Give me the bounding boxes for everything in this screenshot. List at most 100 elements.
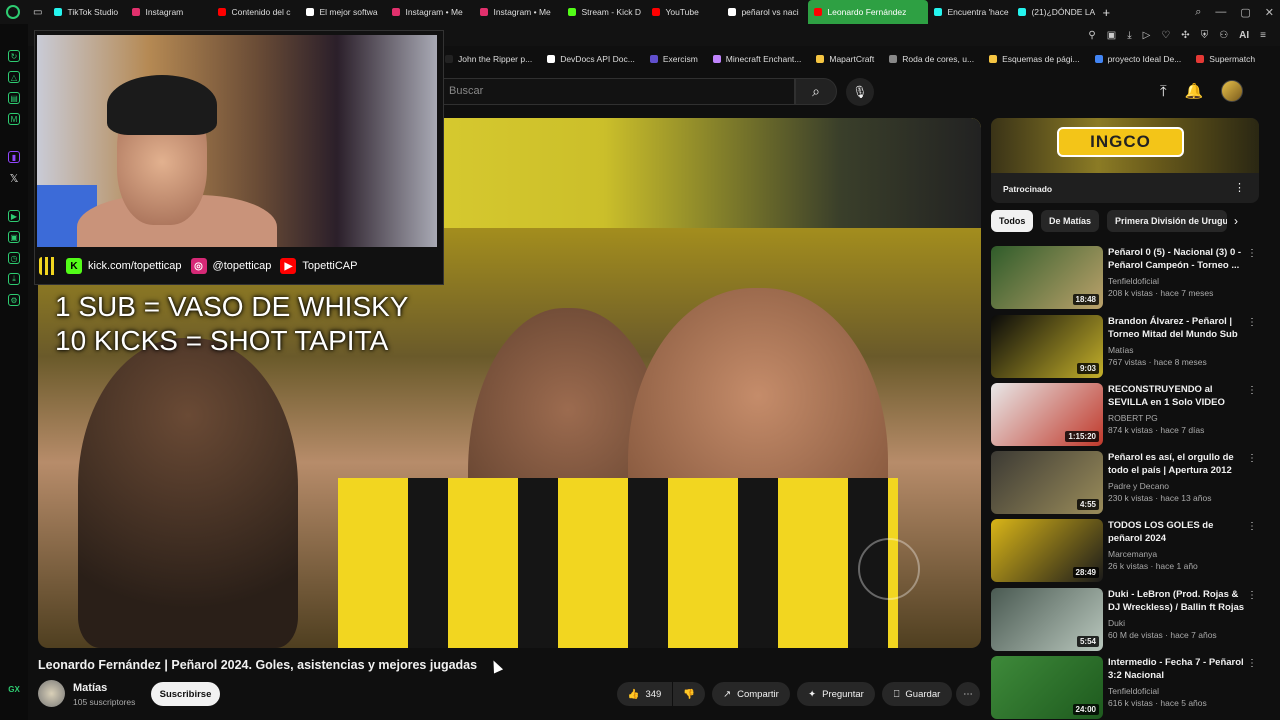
settings-icon[interactable]: ⚙ <box>8 294 20 306</box>
bookmark-item[interactable]: Minecraft Enchant... <box>712 54 801 64</box>
channel-name[interactable]: Matías <box>73 682 107 694</box>
browser-tab[interactable]: Instagram • Me <box>474 0 562 24</box>
video-title[interactable]: Duki - LeBron (Prod. Rojas & DJ Wreckles… <box>1108 588 1246 614</box>
browser-tab[interactable]: Contenido del c <box>212 0 300 24</box>
channel-name[interactable]: Tenfieldoficial <box>1108 276 1159 286</box>
browser-tab[interactable]: Encuentra 'hace <box>928 0 1012 24</box>
kebab-menu-icon[interactable]: ⋮ <box>1247 385 1257 396</box>
sponsored-ad[interactable]: INGCO Patrocinado ⋮ <box>991 118 1259 203</box>
opera-gx-logo[interactable] <box>6 5 20 19</box>
account-icon[interactable]: ⚇ <box>1219 30 1228 41</box>
ai-button[interactable]: AI <box>1239 30 1249 41</box>
recommended-video[interactable]: 28:49 TODOS LOS GOLES de peñarol 2024 Marc… <box>991 519 1259 583</box>
browser-tab[interactable]: Leonardo Fernández <box>808 0 929 24</box>
video-title[interactable]: Intermedio - Fecha 7 - Peñarol 3:2 Nacio… <box>1108 656 1246 682</box>
browser-tab[interactable]: peñarol vs naci <box>722 0 808 24</box>
download-icon[interactable]: ⤓ <box>1127 30 1131 41</box>
speed-dial-icon[interactable]: ↻ <box>8 50 20 62</box>
video-thumbnail[interactable]: 4:55 <box>991 451 1103 514</box>
video-thumbnail[interactable]: 28:49 <box>991 519 1103 582</box>
video-title[interactable]: RECONSTRUYENDO al SEVILLA en 1 Solo VIDE… <box>1108 383 1246 409</box>
kebab-menu-icon[interactable]: ⋮ <box>1247 521 1257 532</box>
browser-tab[interactable]: TikTok Studio <box>48 0 126 24</box>
avatar[interactable] <box>1221 80 1244 102</box>
pin-icon[interactable]: ⚲ <box>1088 30 1095 41</box>
bookmark-item[interactable]: Esquemas de pági... <box>989 54 1080 64</box>
video-title[interactable]: TODOS LOS GOLES de peñarol 2024 <box>1108 519 1246 545</box>
vpn-icon[interactable]: ⛨ <box>1201 30 1209 41</box>
channel-name[interactable]: Duki <box>1108 618 1125 628</box>
menu-icon[interactable]: ≡ <box>1260 30 1266 41</box>
voice-search-button[interactable]: 🎙 <box>846 78 874 106</box>
channel-watermark[interactable] <box>858 538 920 600</box>
minimize-icon[interactable]: — <box>1215 6 1226 18</box>
bookmark-item[interactable]: Roda de cores, u... <box>889 54 974 64</box>
filter-chip[interactable]: Todos <box>991 210 1033 232</box>
kebab-menu-icon[interactable]: ⋮ <box>1247 453 1257 464</box>
kebab-menu-icon[interactable]: ⋮ <box>1247 248 1257 259</box>
channel-name[interactable]: ROBERT PG <box>1108 413 1158 423</box>
recommended-video[interactable]: 24:00 Intermedio - Fecha 7 - Peñarol 3:2 … <box>991 656 1259 720</box>
kebab-menu-icon[interactable]: ⋮ <box>1247 317 1257 328</box>
bookmarks-icon[interactable]: ▣ <box>8 231 20 243</box>
recommended-video[interactable]: 5:54 Duki - LeBron (Prod. Rojas & DJ Wrec… <box>991 588 1259 652</box>
video-thumbnail[interactable]: 24:00 <box>991 656 1103 719</box>
browser-tab[interactable]: (21)¿DÓNDE LA <box>1012 0 1096 24</box>
snapshot-icon[interactable]: ▣ <box>1107 30 1116 41</box>
gx-corner-icon[interactable]: △ <box>8 71 20 83</box>
subscribe-button[interactable]: Suscribirse <box>151 682 220 706</box>
new-tab-button[interactable]: + <box>1096 0 1116 24</box>
video-title[interactable]: Brandon Álvarez - Peñarol | Torneo Mitad… <box>1108 315 1246 342</box>
browser-tab[interactable]: Instagram <box>126 0 212 24</box>
bookmark-item[interactable]: Exercism <box>649 54 698 64</box>
close-icon[interactable]: ✕ <box>1265 6 1274 19</box>
downloads-icon[interactable]: ⤓ <box>8 273 20 285</box>
search-button[interactable]: ⌕ <box>795 78 837 105</box>
bookmark-item[interactable]: John the Ripper p... <box>445 54 532 64</box>
browser-tab[interactable]: El mejor softwa <box>300 0 386 24</box>
browser-tab[interactable]: Stream - Kick D <box>562 0 646 24</box>
recommended-video[interactable]: 9:03 Brandon Álvarez - Peñarol | Torneo M… <box>991 315 1259 379</box>
x-twitter-icon[interactable]: 𝕏 <box>8 172 20 185</box>
bookmark-item[interactable]: MapartCraft <box>816 54 874 64</box>
browser-tab[interactable]: Instagram • Me <box>386 0 474 24</box>
upload-icon[interactable]: ⤒ <box>1160 83 1167 100</box>
channel-name[interactable]: Matías <box>1108 345 1134 355</box>
ask-button[interactable]: ✦ Preguntar <box>797 682 875 706</box>
tab-switcher-icon[interactable]: ▭ <box>27 0 48 24</box>
recommended-video[interactable]: 18:48 Peñarol 0 (5) - Nacional (3) 0 - Pe… <box>991 246 1259 310</box>
browser-tab[interactable]: YouTube <box>646 0 722 24</box>
music-icon[interactable]: M <box>8 113 20 125</box>
channel-name[interactable]: Padre y Decano <box>1108 481 1169 491</box>
dislike-button[interactable]: 👎 <box>673 682 705 706</box>
chevron-right-icon[interactable]: › <box>1234 214 1238 228</box>
save-button[interactable]: ⎕ Guardar <box>882 682 952 706</box>
like-button[interactable]: 👍 349 <box>617 682 672 706</box>
kebab-menu-icon[interactable]: ⋮ <box>1247 590 1257 601</box>
history-icon[interactable]: ◷ <box>8 252 20 264</box>
heart-icon[interactable]: ♡ <box>1161 30 1170 41</box>
search-input[interactable]: Buscar <box>440 78 795 105</box>
recommended-video[interactable]: 4:55 Peñarol es así, el orgullo de todo e… <box>991 451 1259 515</box>
video-title[interactable]: Peñarol es así, el orgullo de todo el pa… <box>1108 451 1246 477</box>
bookmark-item[interactable]: proyecto Ideal De... <box>1094 54 1181 64</box>
twitch-icon[interactable]: ▮ <box>8 151 20 163</box>
video-thumbnail[interactable]: 18:48 <box>991 246 1103 309</box>
play-icon[interactable]: ▷ <box>1143 30 1151 41</box>
filter-chip[interactable]: De Matías <box>1041 210 1099 232</box>
extensions-icon[interactable]: ✣ <box>1181 30 1189 41</box>
bookmark-item[interactable]: DevDocs API Doc... <box>547 54 635 64</box>
video-title[interactable]: Peñarol 0 (5) - Nacional (3) 0 - Peñarol… <box>1108 246 1246 272</box>
kebab-menu-icon[interactable]: ⋮ <box>1234 181 1245 194</box>
maximize-icon[interactable]: ▢ <box>1240 6 1250 19</box>
more-actions-button[interactable]: ⋯ <box>956 682 980 706</box>
filter-chip[interactable]: Primera División de Urugua <box>1107 210 1227 232</box>
channel-name[interactable]: Tenfieldoficial <box>1108 686 1159 696</box>
messenger-icon[interactable]: ▤ <box>8 92 20 104</box>
video-thumbnail[interactable]: 9:03 <box>991 315 1103 378</box>
video-thumbnail[interactable]: 5:54 <box>991 588 1103 651</box>
kebab-menu-icon[interactable]: ⋮ <box>1247 658 1257 669</box>
notifications-icon[interactable]: 🔔 <box>1185 82 1204 100</box>
channel-name[interactable]: Marcemanya <box>1108 549 1157 559</box>
video-thumbnail[interactable]: 1:15:20 <box>991 383 1103 446</box>
